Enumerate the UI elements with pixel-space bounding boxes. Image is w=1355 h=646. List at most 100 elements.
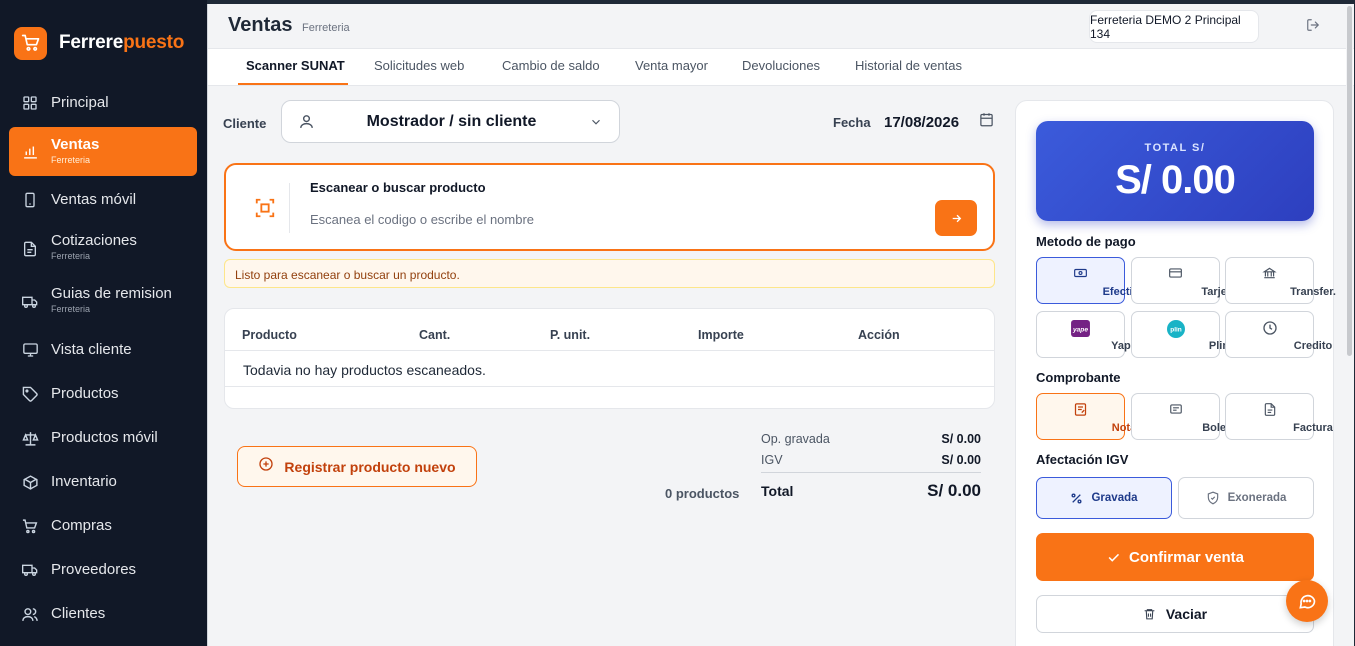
payment-yape[interactable]: yape Yape [1036,311,1137,358]
invoice-icon [1226,402,1313,418]
search-submit-button[interactable] [935,200,977,236]
fecha-value[interactable]: 17/08/2026 [884,114,959,131]
total-card: TOTAL S/ S/ 0.00 [1036,121,1314,221]
payment-tarjeta[interactable]: Tarjeta [1131,257,1237,304]
metodo-pago-title: Metodo de pago [1036,234,1136,249]
cliente-label: Cliente [223,116,267,131]
tab-scanner-sunat[interactable]: Scanner SUNAT [246,58,345,73]
svg-text:yape: yape [1072,326,1088,333]
tab-cambio-saldo[interactable]: Cambio de saldo [502,58,600,73]
empty-state: Todavia no hay productos escaneados. [243,362,486,378]
payment-transfer[interactable]: Transfer. [1225,257,1336,304]
chat-icon [1299,594,1316,609]
tab-devoluciones[interactable]: Devoluciones [742,58,820,73]
sale-content: Cliente Mostrador / sin cliente Fecha 17… [208,86,1354,646]
product-count: 0 productos [665,486,740,501]
sidebar-item-clientes[interactable]: Clientes [9,602,197,626]
product-search-input[interactable] [310,209,910,229]
box-icon [21,473,39,491]
tab-active-indicator [238,83,348,85]
logout-icon[interactable] [1306,18,1322,34]
document-icon [21,240,39,258]
page-subtitle: Ferreteria [302,22,350,34]
truck-icon [21,561,39,579]
comprobante-title: Comprobante [1036,370,1121,385]
bank-icon [1226,266,1313,282]
products-table: Producto Cant. P. unit. Importe Acción T… [224,308,995,409]
sidebar: Ferrerepuesto Principal Ventas Ferreteri… [0,0,207,646]
sidebar-item-cotizaciones[interactable]: Cotizaciones Ferreteria [9,230,197,266]
plus-circle-icon [258,456,274,477]
voucher-nota[interactable]: Nota [1036,393,1136,440]
sidebar-item-productos-movil[interactable]: Productos móvil [9,426,197,450]
brand[interactable]: Ferrerepuesto [14,26,185,60]
payment-credito[interactable]: Credito [1225,311,1332,358]
voucher-factura[interactable]: Factura [1225,393,1333,440]
sidebar-item-compras[interactable]: Compras [9,514,197,538]
percent-icon [1070,492,1083,505]
trash-icon [1143,607,1156,621]
sidebar-item-ventas-movil[interactable]: Ventas móvil [9,188,197,212]
branch-selector[interactable]: Ferreteria DEMO 2 Principal 134 [1089,10,1259,43]
summary-igv: IGV S/ 0.00 [761,453,981,467]
cash-icon [1037,266,1124,282]
igv-gravada[interactable]: Gravada [1036,477,1172,519]
register-product-button[interactable]: Registrar producto nuevo [237,446,477,487]
page-title: Ventas [228,14,293,36]
svg-text:plin: plin [1170,327,1182,334]
monitor-icon [21,341,39,359]
check-icon [1106,550,1121,565]
payment-plin[interactable]: plin Plin [1131,311,1229,358]
sidebar-item-inventario[interactable]: Inventario [9,470,197,494]
arrow-right-icon [952,214,961,222]
cart-icon [14,26,47,60]
header: Ventas Ferreteria Ferreteria DEMO 2 Prin… [208,4,1354,49]
sidebar-item-ventas[interactable]: Ventas Ferreteria [9,127,197,176]
total-label: TOTAL S/ [1144,142,1206,154]
cliente-select[interactable]: Mostrador / sin cliente [281,100,620,143]
igv-exonerada[interactable]: Exonerada [1178,477,1314,519]
scanner-box: Escanear o buscar producto [224,163,995,251]
truck-icon [21,293,39,311]
confirm-sale-button[interactable]: Confirmar venta [1036,533,1314,581]
clear-sale-button[interactable]: Vaciar [1036,595,1314,633]
sidebar-item-principal[interactable]: Principal [9,90,197,116]
tab-historial-ventas[interactable]: Historial de ventas [855,58,962,73]
tab-venta-mayor[interactable]: Venta mayor [635,58,708,73]
column-header: P. unit. [550,328,591,342]
receipt-icon [1132,402,1219,418]
divider [761,472,981,473]
sidebar-item-proveedores[interactable]: Proveedores [9,558,197,582]
scanner-title: Escanear o buscar producto [310,180,486,195]
calendar-icon[interactable] [979,112,994,132]
payment-efectivo[interactable]: Efectivo [1036,257,1145,304]
total-value: S/ 0.00 [1115,158,1236,202]
cart-icon [21,517,39,535]
plin-icon: plin [1132,320,1219,338]
voucher-boleta[interactable]: Boleta [1131,393,1236,440]
fecha-label: Fecha [833,115,871,130]
chat-button[interactable] [1286,580,1328,622]
column-header: Acción [858,328,900,342]
main-area: Ventas Ferreteria Ferreteria DEMO 2 Prin… [207,4,1354,646]
tab-bar: Scanner SUNAT Solicitudes web Cambio de … [208,49,1354,86]
yape-icon: yape [1037,320,1124,337]
cliente-value: Mostrador / sin cliente [366,113,537,130]
scanner-status: Listo para escanear o buscar un producto… [224,259,995,288]
scrollbar-thumb[interactable] [1347,6,1352,356]
summary-total: Total S/ 0.00 [761,481,981,500]
grid-icon [21,94,39,112]
shield-icon [1206,491,1220,505]
divider [225,386,994,387]
clock-icon [1226,320,1313,336]
igv-title: Afectación IGV [1036,452,1129,467]
scrollbar[interactable] [1346,4,1353,646]
divider [289,183,290,233]
brand-name: Ferrerepuesto [59,32,185,53]
column-header: Cant. [419,328,451,342]
sidebar-item-productos[interactable]: Productos [9,382,197,406]
tab-solicitudes-web[interactable]: Solicitudes web [374,58,464,73]
sidebar-item-guias[interactable]: Guias de remision Ferreteria [9,283,197,319]
chevron-down-icon [589,115,603,134]
sidebar-item-vista-cliente[interactable]: Vista cliente [9,338,197,362]
